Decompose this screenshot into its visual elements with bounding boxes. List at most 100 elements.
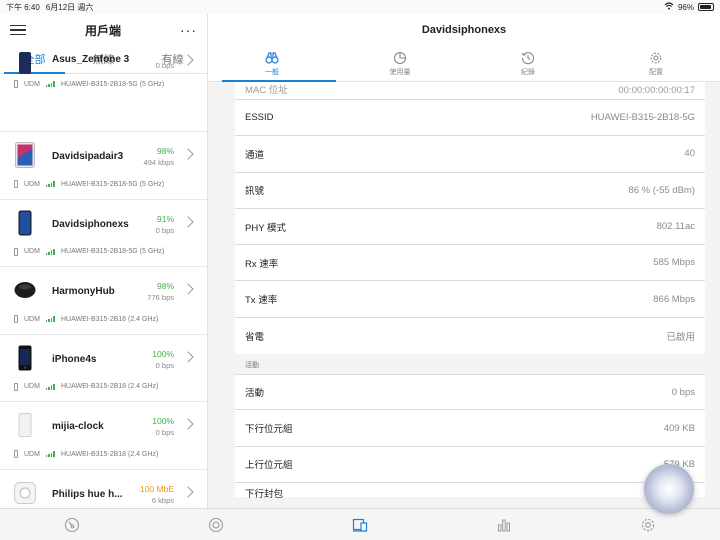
dashboard-icon	[64, 517, 80, 532]
more-button[interactable]: ···	[180, 22, 197, 38]
client-meta: UDM HUAWEI-B315-2B18 (2.4 GHz)	[14, 450, 158, 458]
clients-title: 用戶端	[84, 23, 121, 38]
clients-header: 用戶端 ···	[0, 14, 207, 46]
detail-key: 通道	[245, 149, 265, 161]
client-name: Asus_Zenfone 3	[52, 54, 130, 65]
detail-value: 409 KB	[663, 422, 695, 434]
list-item[interactable]: mijia-clock 100% 0 bps UDM HUAWEI-B315-2…	[0, 402, 207, 470]
tab-usage[interactable]: 使用量	[336, 46, 464, 81]
tab-settings[interactable]	[576, 509, 720, 540]
list-item[interactable]: Davidsipadair3 98% 494 kbps UDM HUAWEI-B…	[0, 132, 207, 200]
client-meta: UDM HUAWEI-B315-2B18 (2.4 GHz)	[14, 315, 158, 323]
udm-icon	[14, 382, 18, 391]
client-ssid: HUAWEI-B315-2B18 (2.4 GHz)	[60, 450, 159, 458]
chevron-right-icon	[182, 283, 194, 295]
chevron-right-icon	[182, 215, 194, 228]
list-item[interactable]: Asus_Zenfone 3 0 bps UDM HUAWEI-B315-2B1…	[0, 52, 207, 132]
client-rate: 0 bps	[155, 360, 174, 370]
client-ssid: HUAWEI-B315-2B18 (2.4 GHz)	[60, 383, 159, 390]
detail-value: 866 Mbps	[653, 293, 695, 305]
detail-key: 下行位元組	[245, 424, 293, 436]
status-time: 下午 6:40	[6, 2, 40, 12]
detail-value: 0 bps	[671, 386, 695, 398]
client-list: Asus_Zenfone 3 0 bps UDM HUAWEI-B315-2B1…	[0, 52, 207, 509]
tab-history[interactable]: 紀錄	[464, 46, 592, 81]
udm-icon	[14, 80, 18, 88]
detail-key: 下行封包	[245, 488, 284, 500]
tab-general-label: 一般	[265, 68, 279, 76]
hub-device-icon	[14, 277, 36, 303]
chevron-right-icon	[182, 54, 194, 66]
tab-general[interactable]: 一般	[208, 46, 336, 82]
chevron-right-icon	[182, 148, 194, 160]
detail-row: 活動 0 bps	[235, 374, 705, 411]
client-meta: UDM HUAWEI-B315-2B18-5G (5 GHz)	[14, 80, 164, 88]
clients-panel: 用戶端 ··· 全部 無線 有線 Asus_Zenfone 3 0 bps UD…	[0, 14, 208, 508]
list-item[interactable]: iPhone4s 100% 0 bps UDM HUAWEI-B315-2B18…	[0, 335, 207, 402]
detail-row: 通道 40	[235, 136, 705, 173]
signal-icon	[45, 181, 55, 187]
status-date: 6月12日 週六	[45, 2, 94, 12]
history-icon	[521, 51, 534, 64]
detail-key: Tx 速率	[245, 295, 278, 307]
client-rate: 0 bps	[155, 61, 174, 70]
phone-device-icon	[14, 345, 36, 371]
detail-row: 上行位元組 579 KB	[235, 446, 705, 483]
udm-icon	[14, 247, 18, 256]
tab-clients[interactable]	[288, 509, 432, 540]
gear-icon	[641, 518, 655, 531]
detail-value: 40	[684, 148, 695, 160]
detail-value: 已啟用	[666, 331, 695, 343]
client-ap: UDM	[24, 383, 40, 390]
signal-icon	[45, 383, 55, 390]
tab-history-label: 紀錄	[521, 68, 535, 76]
detail-tabs: 一般 使用量 紀錄 配置	[208, 46, 720, 82]
detail-value: 802.11ac	[656, 221, 695, 233]
client-rate: 0 bps	[155, 225, 174, 235]
client-ssid: HUAWEI-B315-2B18-5G (5 GHz)	[60, 180, 165, 188]
detail-value: 00:00:00:00:00:17	[618, 85, 695, 96]
tab-usage-label: 使用量	[389, 68, 411, 76]
chevron-right-icon	[182, 418, 194, 430]
siri-orb-icon[interactable]	[644, 464, 694, 514]
detail-rows: MAC 位址 00:00:00:00:00:17 ESSID HUAWEI-B31…	[235, 82, 705, 500]
client-rate: 6 kbps	[151, 495, 174, 505]
client-ap: UDM	[24, 80, 40, 88]
detail-row: Tx 速率 866 Mbps	[235, 281, 705, 318]
tab-statistics[interactable]	[432, 509, 576, 540]
detail-row: 省電 已啟用	[235, 317, 705, 355]
client-detail-panel: Davidsiphonexs 一般 使用量 紀錄 配置 MAC 位址 00:00…	[208, 14, 720, 508]
tab-devices[interactable]	[144, 509, 288, 540]
client-name: HarmonyHub	[52, 286, 115, 297]
detail-row: ESSID HUAWEI-B315-2B18-5G	[235, 100, 705, 137]
list-item[interactable]: Davidsiphonexs 91% 0 bps UDM HUAWEI-B315…	[0, 200, 207, 267]
chevron-right-icon	[182, 350, 194, 363]
client-ap: UDM	[24, 248, 40, 255]
tab-config-label: 配置	[649, 68, 663, 76]
client-ssid: HUAWEI-B315-2B18 (2.4 GHz)	[60, 315, 159, 323]
udm-icon	[14, 315, 18, 323]
tab-config[interactable]: 配置	[592, 46, 720, 81]
list-item[interactable]: HarmonyHub 98% 776 bps UDM HUAWEI-B315-2…	[0, 267, 207, 335]
devices-icon	[208, 517, 224, 532]
detail-key: 省電	[245, 331, 265, 343]
client-meta: UDM HUAWEI-B315-2B18-5G (5 GHz)	[14, 247, 164, 256]
tablet-device-icon	[14, 142, 36, 168]
bar-chart-icon	[498, 519, 510, 531]
tab-dashboard[interactable]	[0, 509, 144, 540]
chevron-right-icon	[182, 485, 194, 498]
detail-key: 上行位元組	[245, 460, 293, 472]
clients-icon	[352, 518, 368, 532]
status-bar: 下午 6:40 6月12日 週六 96%	[0, 0, 720, 14]
detail-key: PHY 模式	[245, 222, 287, 234]
phone-device-icon	[14, 210, 36, 236]
detail-value: 585 Mbps	[653, 257, 695, 269]
client-name: Davidsipadair3	[52, 151, 124, 162]
gear-icon	[650, 52, 662, 63]
list-item[interactable]: Philips hue h... 100 MbE 6 kbps	[0, 470, 207, 509]
detail-key: 活動	[245, 388, 265, 400]
detail-key: MAC 位址	[245, 85, 288, 96]
menu-icon[interactable]	[10, 24, 26, 36]
signal-icon	[45, 316, 55, 322]
client-link-speed: 100 MbE	[139, 483, 174, 494]
